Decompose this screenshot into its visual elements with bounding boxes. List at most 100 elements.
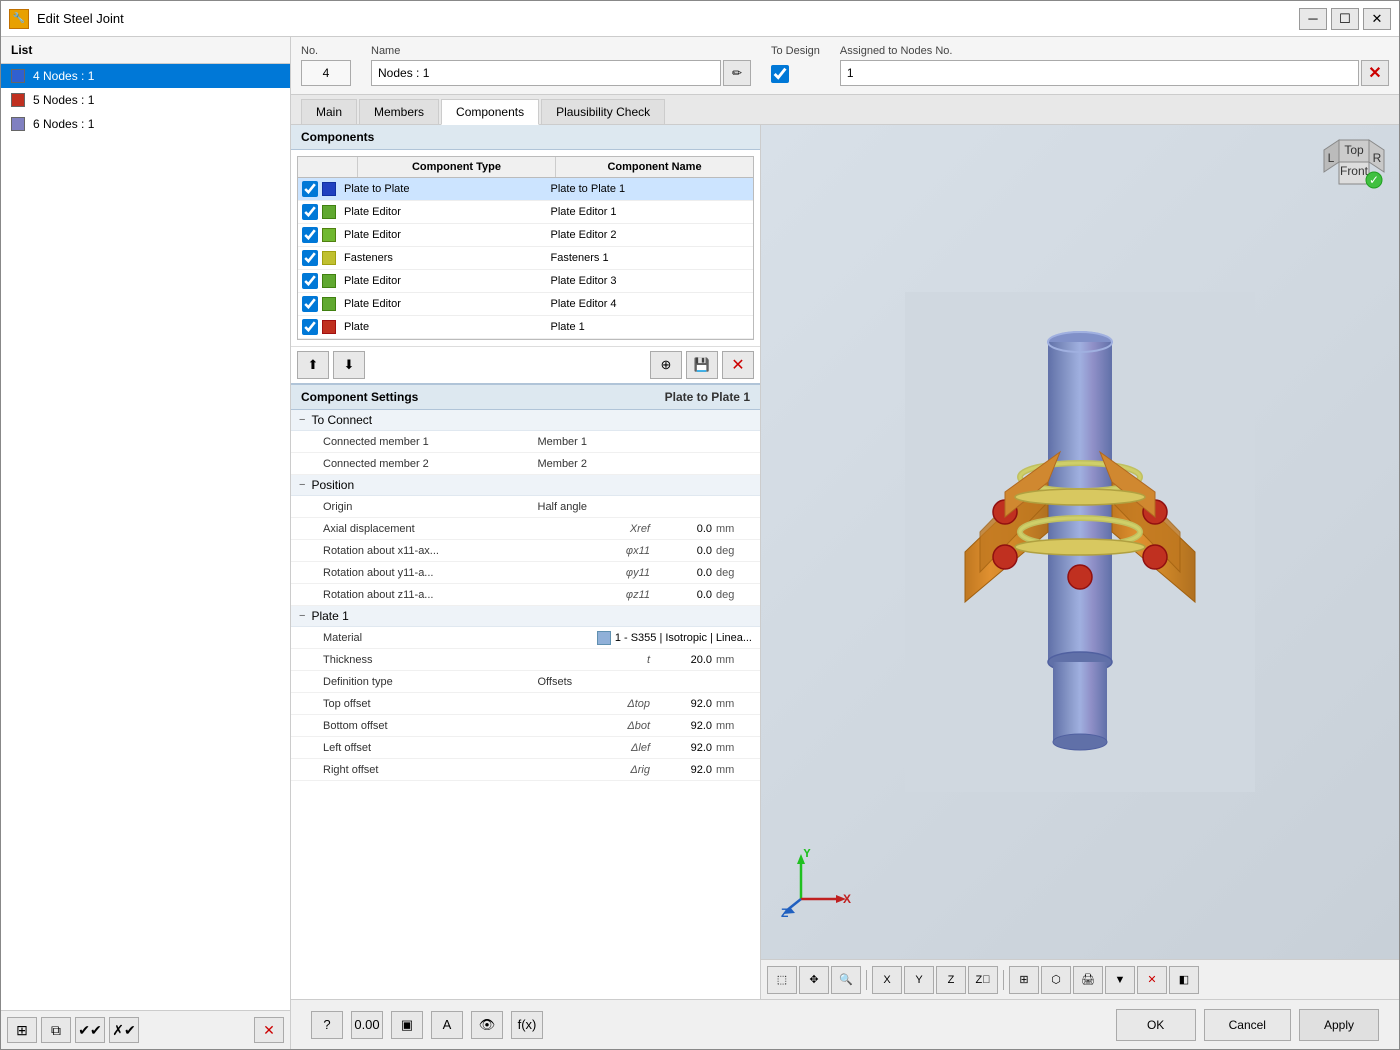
vp-view-z-button[interactable]: Z: [936, 966, 966, 994]
svg-text:L: L: [1328, 151, 1335, 165]
comp-checkbox[interactable]: [302, 273, 318, 289]
tab-components[interactable]: Components: [441, 99, 539, 125]
vp-render-button[interactable]: ⬡: [1041, 966, 1071, 994]
move-down-button[interactable]: ⬇: [333, 351, 365, 379]
comp-checkbox[interactable]: [302, 296, 318, 312]
group-toggle-icon: −: [299, 610, 305, 622]
svg-text:Top: Top: [1344, 143, 1364, 157]
tab-plausibility[interactable]: Plausibility Check: [541, 99, 665, 124]
assigned-input[interactable]: [840, 60, 1359, 86]
to-design-checkbox[interactable]: [771, 65, 789, 83]
edit-name-button[interactable]: ✏: [723, 60, 751, 86]
prop-value: 92.0: [656, 764, 716, 776]
clear-assigned-button[interactable]: ✕: [1361, 60, 1389, 86]
prop-label: Definition type: [323, 676, 538, 688]
comp-type-cell: Fasteners: [340, 252, 547, 264]
comp-checkbox[interactable]: [302, 227, 318, 243]
comp-row[interactable]: Fasteners Fasteners 1: [298, 247, 753, 270]
list-item-color: [11, 69, 25, 83]
apply-button[interactable]: Apply: [1299, 1009, 1379, 1041]
list-item[interactable]: 5 Nodes : 1: [1, 88, 290, 112]
prop-row-connected1: Connected member 1 Member 1: [291, 431, 760, 453]
copy-item-button[interactable]: ⧉: [41, 1017, 71, 1043]
prop-row-right-offset: Right offset Δrig 92.0 mm: [291, 759, 760, 781]
app-icon: 🔧: [9, 9, 29, 29]
comp-checkbox[interactable]: [302, 204, 318, 220]
delete-component-button[interactable]: ✕: [722, 351, 754, 379]
vp-dropdown-button[interactable]: ▼: [1105, 966, 1135, 994]
formula-button[interactable]: f(x): [511, 1011, 543, 1039]
move-up-button[interactable]: ⬆: [297, 351, 329, 379]
uncheck-all-button[interactable]: ✗✔: [109, 1017, 139, 1043]
close-button[interactable]: ✕: [1363, 8, 1391, 30]
prop-label: Left offset: [323, 742, 606, 754]
text-button[interactable]: A: [431, 1011, 463, 1039]
minimize-button[interactable]: ─: [1299, 8, 1327, 30]
comp-row[interactable]: Plate Editor Plate Editor 3: [298, 270, 753, 293]
comp-type-cell: Plate Editor: [340, 229, 547, 241]
vp-layers-button[interactable]: ⊞: [1009, 966, 1039, 994]
vp-view-x-button[interactable]: X: [872, 966, 902, 994]
add-item-button[interactable]: ⊞: [7, 1017, 37, 1043]
save-component-button[interactable]: 💾: [686, 351, 718, 379]
comp-color-swatch: [322, 205, 336, 219]
prop-symbol: Δlef: [606, 742, 656, 754]
nav-cube[interactable]: Top Front L R ✓: [1319, 135, 1389, 205]
vp-settings-button[interactable]: ◧: [1169, 966, 1199, 994]
joint-3d-model: [905, 292, 1255, 792]
prop-value: 0.0: [656, 567, 716, 579]
list-item-label: 6 Nodes : 1: [33, 117, 94, 131]
comp-color-swatch: [322, 297, 336, 311]
delete-item-button[interactable]: ✕: [254, 1017, 284, 1043]
list-item[interactable]: 4 Nodes : 1: [1, 64, 290, 88]
content-area: Components Component Type Component Name: [291, 125, 1399, 999]
name-input[interactable]: [371, 60, 721, 86]
prop-label: Bottom offset: [323, 720, 606, 732]
main-window: 🔧 Edit Steel Joint ─ ☐ ✕ List 4 Nodes : …: [0, 0, 1400, 1050]
group-header-position[interactable]: − Position: [291, 475, 760, 496]
viewport-3d[interactable]: Top Front L R ✓: [761, 125, 1399, 959]
group-header-to-connect[interactable]: − To Connect: [291, 410, 760, 431]
comp-row[interactable]: Plate Editor Plate Editor 1: [298, 201, 753, 224]
vp-pan-button[interactable]: ✥: [799, 966, 829, 994]
prop-value: Member 2: [538, 458, 753, 470]
name-label: Name: [371, 45, 751, 57]
cancel-button[interactable]: Cancel: [1204, 1009, 1291, 1041]
tab-members[interactable]: Members: [359, 99, 439, 124]
vp-print-button[interactable]: 🖨: [1073, 966, 1103, 994]
window-controls: ─ ☐ ✕: [1299, 8, 1391, 30]
help-button[interactable]: ?: [311, 1011, 343, 1039]
comp-row[interactable]: Plate to Plate Plate to Plate 1: [298, 178, 753, 201]
ok-button[interactable]: OK: [1116, 1009, 1196, 1041]
comp-row[interactable]: Plate Editor Plate Editor 4: [298, 293, 753, 316]
tab-main[interactable]: Main: [301, 99, 357, 124]
maximize-button[interactable]: ☐: [1331, 8, 1359, 30]
comp-row[interactable]: Plate Plate 1: [298, 316, 753, 339]
add-component-button[interactable]: ⊕: [650, 351, 682, 379]
list-item[interactable]: 6 Nodes : 1: [1, 112, 290, 136]
prop-label: Right offset: [323, 764, 606, 776]
vp-view-xz-button[interactable]: Z⃝: [968, 966, 998, 994]
vp-select-button[interactable]: ⬚: [767, 966, 797, 994]
vp-zoom-all-button[interactable]: 🔍: [831, 966, 861, 994]
comp-checkbox[interactable]: [302, 319, 318, 335]
comp-table-header: Component Type Component Name: [298, 157, 753, 178]
svg-text:Y: Y: [803, 849, 811, 860]
comp-checkbox[interactable]: [302, 250, 318, 266]
axes-indicator: Y X Z: [781, 849, 841, 909]
group-header-plate1[interactable]: − Plate 1: [291, 606, 760, 627]
header-row: No. 4 Name ✏ To Design: [291, 37, 1399, 95]
comp-row[interactable]: Plate Editor Plate Editor 2: [298, 224, 753, 247]
vp-view-y-button[interactable]: Y: [904, 966, 934, 994]
prop-label: Axial displacement: [323, 523, 606, 535]
list-item-label: 5 Nodes : 1: [33, 93, 94, 107]
material-button[interactable]: ▣: [391, 1011, 423, 1039]
view-button[interactable]: 👁: [471, 1011, 503, 1039]
prop-symbol: t: [606, 654, 656, 666]
comp-checkbox[interactable]: [302, 181, 318, 197]
check-all-button[interactable]: ✔✔: [75, 1017, 105, 1043]
right-panel: No. 4 Name ✏ To Design: [291, 37, 1399, 1049]
value-button[interactable]: 0.00: [351, 1011, 383, 1039]
comp-type-cell: Plate Editor: [340, 206, 547, 218]
vp-cancel-button[interactable]: ✕: [1137, 966, 1167, 994]
